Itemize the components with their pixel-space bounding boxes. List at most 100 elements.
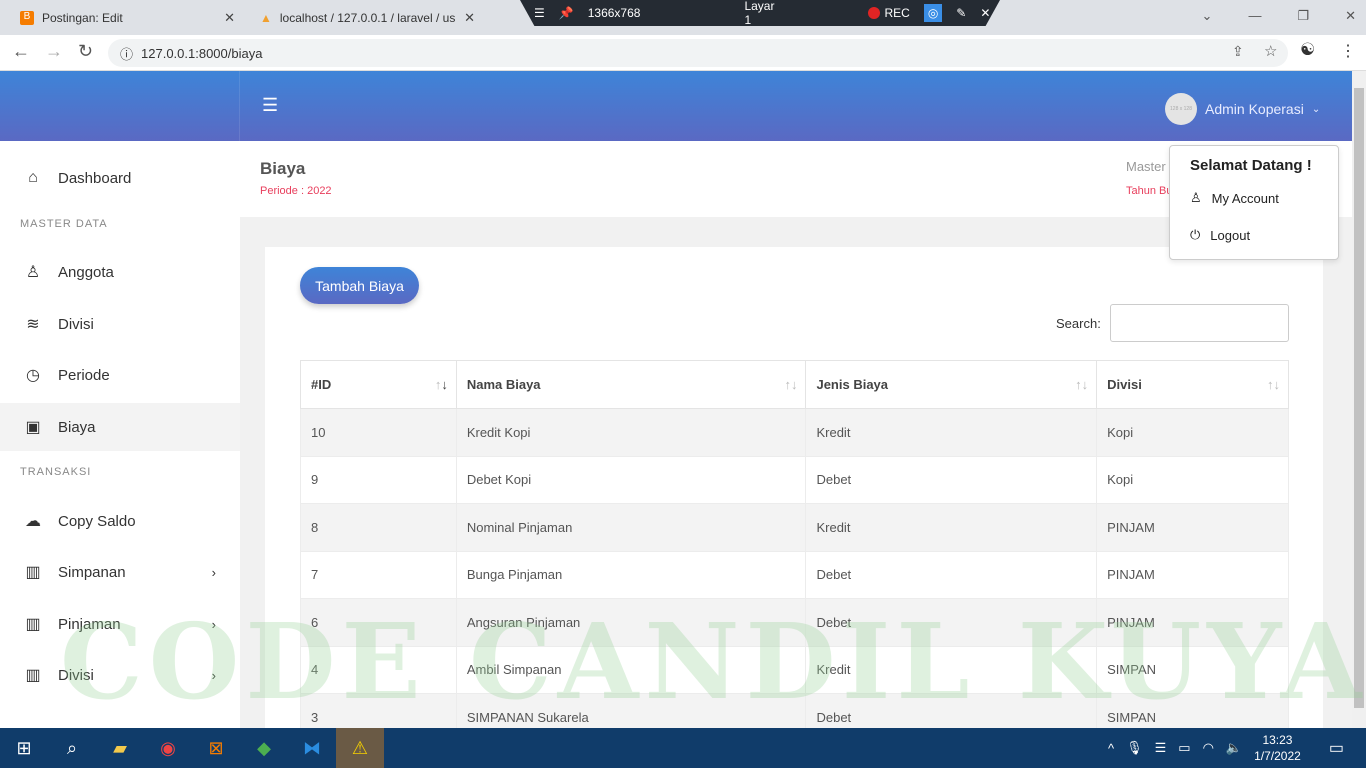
user-icon: ♙ xyxy=(25,264,41,281)
sidebar-item-divisi-transaksi[interactable]: ▥ Divisi › xyxy=(0,651,240,699)
battery-icon[interactable]: ▭ xyxy=(1178,740,1190,756)
table-cell: Kopi xyxy=(1096,455,1289,504)
file-explorer-icon[interactable]: ▰ xyxy=(96,728,144,768)
date: 1/7/2022 xyxy=(1254,749,1301,763)
menu-item-label: Logout xyxy=(1210,227,1251,243)
close-icon[interactable]: ✕ xyxy=(464,10,475,26)
close-icon[interactable]: ✕ xyxy=(224,10,235,26)
search-input[interactable] xyxy=(1110,304,1289,342)
chevron-right-icon: › xyxy=(211,564,216,580)
sidebar-item-label: Periode xyxy=(58,366,110,384)
warning-app-icon[interactable]: ⚠ xyxy=(336,728,384,768)
chevron-right-icon: › xyxy=(211,616,216,632)
sidebar-item-simpanan[interactable]: ▥ Simpanan › xyxy=(0,548,240,596)
url-input[interactable]: ⓘ 127.0.0.1:8000/biaya xyxy=(108,39,1288,67)
scrollbar[interactable] xyxy=(1352,71,1366,728)
browser-tab[interactable]: B Postingan: Edit ✕ xyxy=(10,0,245,35)
close-icon[interactable]: ✕ xyxy=(980,6,990,20)
map-icon: ▥ xyxy=(25,564,41,581)
biaya-table: #ID ↑↓ Nama Biaya ↑↓ Jenis Biaya ↑↓ Divisi ↑↓ 1… xyxy=(300,360,1289,742)
table-row: 8 Nominal Pinjaman Kredit PINJAM xyxy=(300,503,1289,552)
pen-icon[interactable]: ✎ xyxy=(956,6,966,20)
microphone-icon[interactable]: 🎙 xyxy=(1126,740,1143,756)
forward-icon[interactable]: → xyxy=(45,41,63,62)
column-header[interactable]: Divisi ↑↓ xyxy=(1096,360,1289,409)
avatar: 128 x 128 xyxy=(1165,93,1197,125)
sidebar-item-dashboard[interactable]: ⌂ Dashboard xyxy=(0,154,240,202)
hamburger-icon[interactable]: ☰ xyxy=(262,95,278,116)
star-icon[interactable]: ☆ xyxy=(1264,42,1277,60)
map-icon: ▥ xyxy=(25,667,41,684)
vscode-icon[interactable]: ⧓ xyxy=(288,728,336,768)
share-icon[interactable]: ⇪ xyxy=(1232,43,1244,60)
table-cell: 4 xyxy=(300,645,457,694)
git-icon[interactable]: ◆ xyxy=(240,728,288,768)
table-cell: Kredit Kopi xyxy=(455,408,807,457)
back-icon[interactable]: ← xyxy=(12,41,30,62)
wifi-icon[interactable]: ◠ xyxy=(1203,740,1214,756)
xampp-icon[interactable]: ⊠ xyxy=(192,728,240,768)
table-cell: Kredit xyxy=(805,645,1098,694)
camera-icon[interactable]: ◎ xyxy=(923,4,943,22)
sidebar-item-label: Pinjaman xyxy=(58,615,121,633)
table-cell: Kredit xyxy=(805,503,1098,552)
table-cell: Kopi xyxy=(1096,408,1289,457)
sort-icon: ↑↓ xyxy=(1075,377,1089,392)
volume-icon[interactable]: 🔈 xyxy=(1226,740,1242,756)
menu-icon[interactable]: ☰ xyxy=(534,6,545,20)
money-icon: ▣ xyxy=(25,419,41,436)
sidebar-item-divisi[interactable]: ≋ Divisi xyxy=(0,300,240,348)
minimize-icon[interactable]: — xyxy=(1248,8,1261,24)
window-controls: ⌄ — ❐ ✕ xyxy=(1202,8,1356,24)
chrome-icon[interactable]: ◉ xyxy=(144,728,192,768)
windows-start-icon[interactable]: ⊞ xyxy=(0,728,48,768)
recorder-toolbar: ☰ 📌 1366x768 Layar 1 REC ◎ ✎ ✕ xyxy=(520,0,1000,26)
clock-icon: ◷ xyxy=(26,367,40,384)
sidebar-item-label: Divisi xyxy=(58,315,94,333)
sidebar-item-label: Dashboard xyxy=(58,169,132,187)
search-label: Search: xyxy=(1056,316,1101,331)
column-header[interactable]: #ID ↑↓ xyxy=(300,360,457,409)
info-icon: ⓘ xyxy=(120,46,134,62)
close-icon[interactable]: ✕ xyxy=(1345,8,1356,24)
search-icon[interactable]: ⌕ xyxy=(48,728,96,768)
rec-label: REC xyxy=(884,6,910,20)
sidebar-item-anggota[interactable]: ♙ Anggota xyxy=(0,248,240,296)
settings-icon[interactable]: ☰ xyxy=(1155,740,1167,756)
my-account-item[interactable]: ♙ My Account xyxy=(1190,190,1279,206)
column-header[interactable]: Nama Biaya ↑↓ xyxy=(455,360,807,409)
browser-tab[interactable]: ▲ localhost / 127.0.0.1 / laravel / us ✕ xyxy=(250,0,485,35)
profile-icon[interactable]: ☯ xyxy=(1300,40,1315,60)
sidebar-item-periode[interactable]: ◷ Periode xyxy=(0,351,240,399)
system-tray: ^ 🎙 ☰ ▭ ◠ 🔈 13:23 1/7/2022 ▭ xyxy=(1108,728,1344,768)
add-biaya-button[interactable]: Tambah Biaya xyxy=(300,267,419,304)
restore-icon[interactable]: ❐ xyxy=(1297,8,1309,24)
logout-item[interactable]: ⏻ Logout xyxy=(1190,227,1250,243)
notification-icon[interactable]: ▭ xyxy=(1329,738,1344,758)
sidebar-item-label: Divisi xyxy=(58,666,94,684)
scrollbar-thumb[interactable] xyxy=(1354,88,1364,708)
pin-icon[interactable]: 📌 xyxy=(559,6,574,20)
sidebar-item-label: Biaya xyxy=(58,418,96,436)
sidebar-item-pinjaman[interactable]: ▥ Pinjaman › xyxy=(0,600,240,648)
table-cell: 7 xyxy=(300,550,457,599)
phpmyadmin-icon: ▲ xyxy=(260,10,272,25)
sidebar-item-copy-saldo[interactable]: ☁ Copy Saldo xyxy=(0,497,240,545)
table-cell: Debet xyxy=(805,455,1098,504)
chevron-down-icon[interactable]: ⌄ xyxy=(1202,8,1213,24)
rec-button[interactable]: REC xyxy=(868,6,910,20)
content-card: Tambah Biaya Search: #ID ↑↓ Nama Biaya ↑↓ Je… xyxy=(265,247,1323,742)
sidebar-item-biaya[interactable]: ▣ Biaya xyxy=(0,403,240,451)
table-cell: Nominal Pinjaman xyxy=(455,503,807,552)
clock[interactable]: 13:23 1/7/2022 xyxy=(1254,732,1301,764)
breadcrumb[interactable]: Master xyxy=(1126,159,1166,174)
chevron-up-icon[interactable]: ^ xyxy=(1108,741,1114,756)
column-header[interactable]: Jenis Biaya ↑↓ xyxy=(805,360,1098,409)
table-cell: 6 xyxy=(300,598,457,647)
user-menu[interactable]: 128 x 128 Admin Koperasi ⌄ xyxy=(1165,93,1320,125)
cloud-upload-icon: ☁ xyxy=(25,513,41,530)
user-name: Admin Koperasi xyxy=(1205,101,1304,117)
table-cell: Debet xyxy=(805,598,1098,647)
reload-icon[interactable]: ↻ xyxy=(78,41,93,62)
more-icon[interactable]: ⋮ xyxy=(1340,41,1356,61)
